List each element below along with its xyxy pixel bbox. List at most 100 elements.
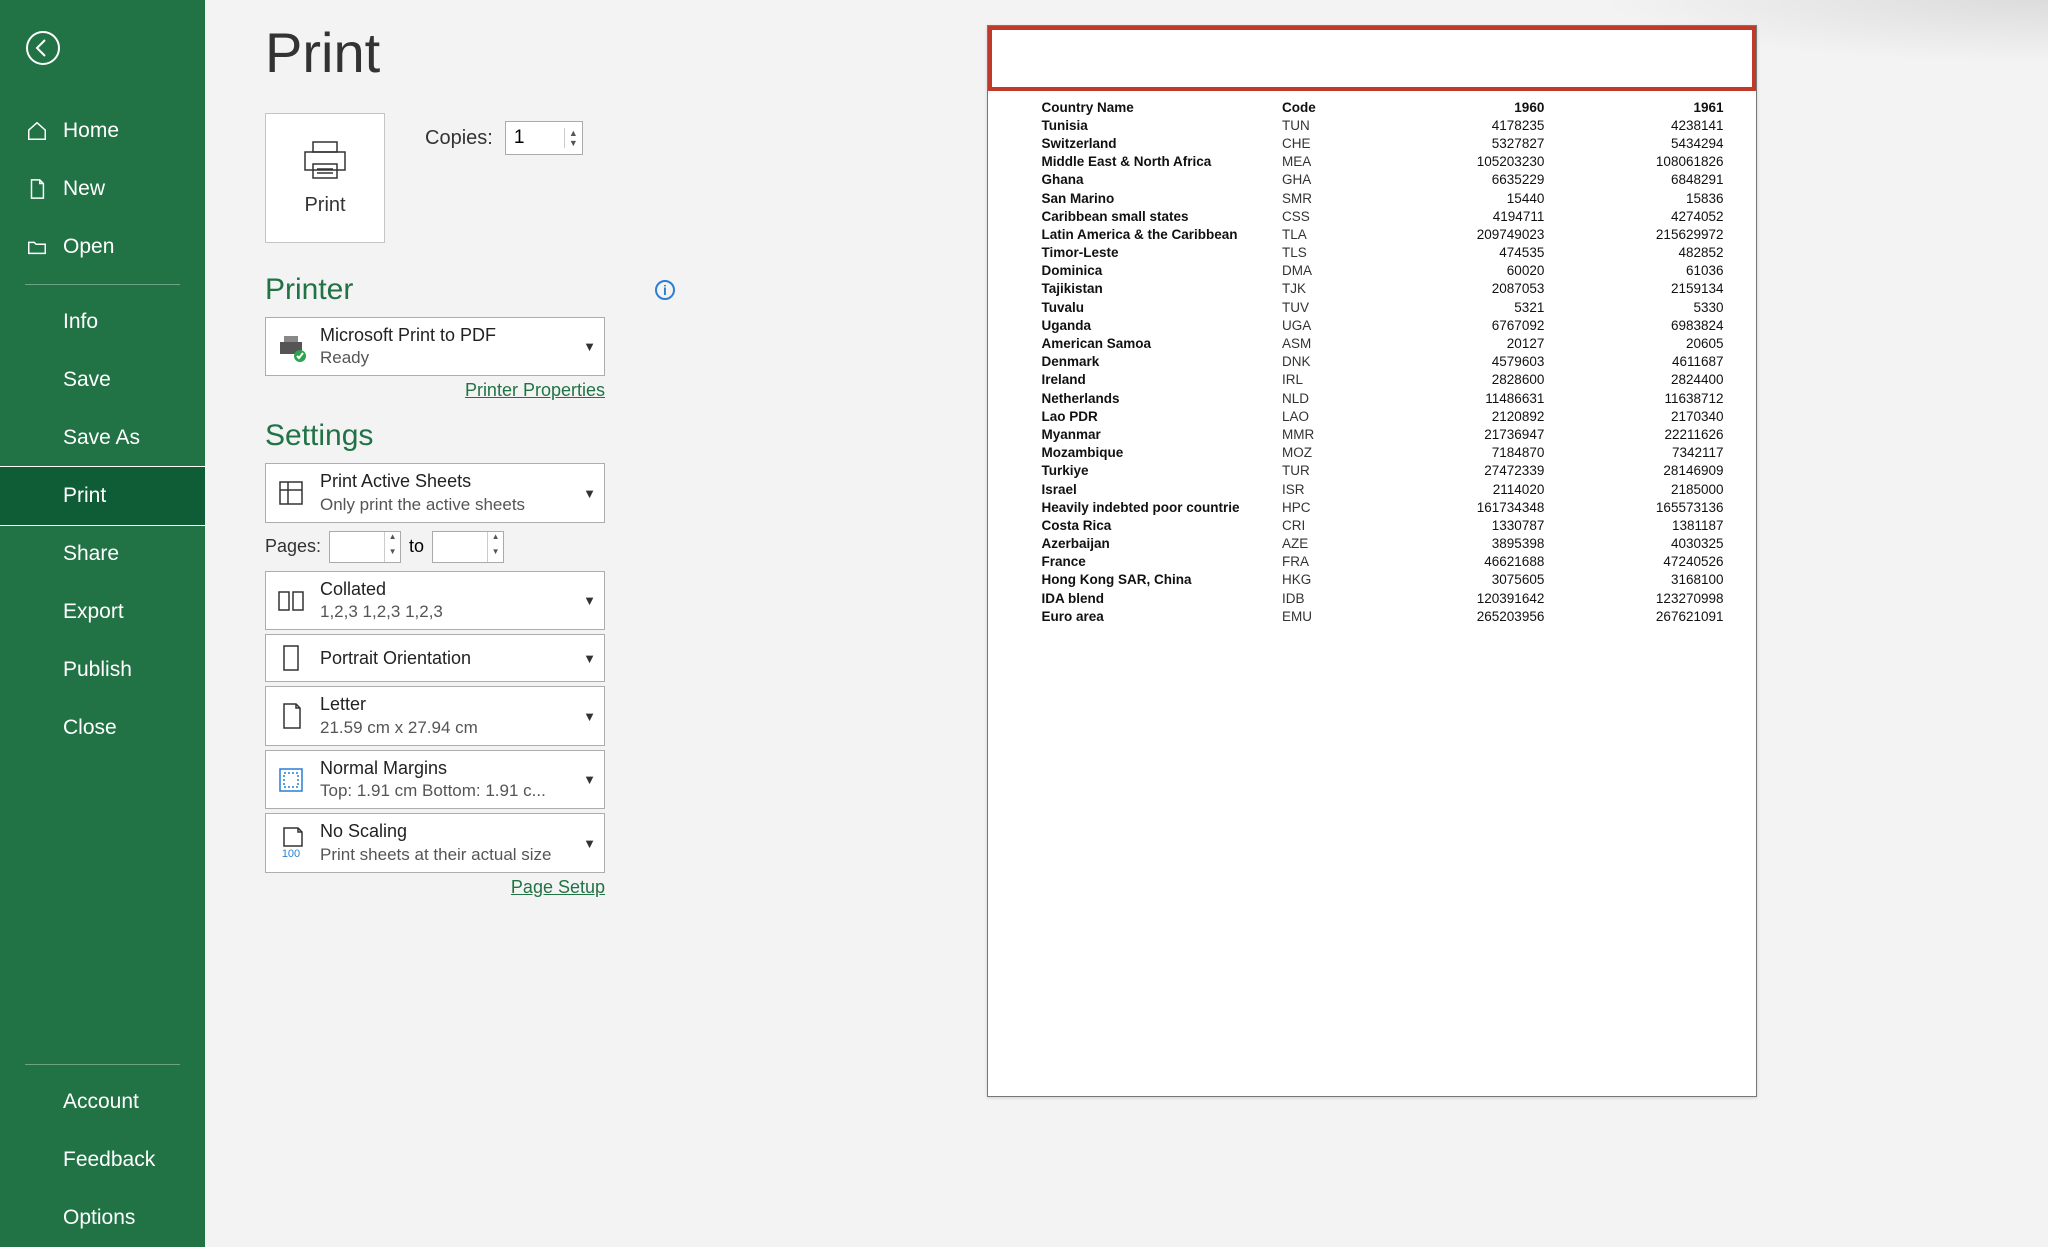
sidebar-item-print[interactable]: Print	[0, 467, 205, 525]
table-row: DenmarkDNK45796034611687	[1042, 353, 1724, 371]
chevron-down-icon: ▼	[583, 651, 596, 666]
sidebar-item-export[interactable]: Export	[0, 583, 205, 641]
sidebar-item-save-as[interactable]: Save As	[0, 409, 205, 467]
table-row: DominicaDMA6002061036	[1042, 262, 1724, 280]
table-row: TurkiyeTUR2747233928146909	[1042, 462, 1724, 480]
table-row: Heavily indebted poor countrieHPC1617343…	[1042, 498, 1724, 516]
chevron-down-icon: ▼	[583, 772, 596, 787]
printer-properties-link[interactable]: Printer Properties	[265, 380, 605, 401]
sidebar-item-save[interactable]: Save	[0, 351, 205, 409]
back-arrow-icon	[25, 30, 61, 66]
sidebar-item-options[interactable]: Options	[0, 1189, 205, 1247]
sidebar-item-label: Publish	[63, 658, 132, 682]
collated-icon	[274, 584, 308, 618]
printer-info-icon[interactable]: i	[655, 280, 675, 300]
pages-to-input[interactable]	[433, 532, 487, 562]
page-icon	[274, 699, 308, 733]
copies-decrement[interactable]: ▼	[565, 138, 582, 148]
sidebar-item-account[interactable]: Account	[0, 1073, 205, 1131]
sidebar-item-open[interactable]: Open	[0, 218, 205, 276]
pages-to-label: to	[409, 536, 424, 557]
copies-stepper[interactable]: ▲ ▼	[505, 121, 583, 155]
table-row: Timor-LesteTLS474535482852	[1042, 244, 1724, 262]
table-row: Euro areaEMU265203956267621091	[1042, 607, 1724, 625]
chevron-down-icon: ▼	[583, 593, 596, 608]
orientation-dropdown[interactable]: Portrait Orientation ▼	[265, 634, 605, 682]
pages-from-input[interactable]	[330, 532, 384, 562]
sidebar-item-label: Close	[63, 716, 117, 740]
table-row: SwitzerlandCHE53278275434294	[1042, 134, 1724, 152]
column-header: Country Name	[1042, 98, 1283, 116]
backstage-sidebar: Home New Open Info Save Save As Print Sh…	[0, 0, 205, 1247]
sidebar-item-label: Options	[63, 1206, 135, 1230]
margins-dropdown[interactable]: Normal Margins Top: 1.91 cm Bottom: 1.91…	[265, 750, 605, 809]
printer-dropdown[interactable]: Microsoft Print to PDF Ready ▼	[265, 317, 605, 376]
table-row: American SamoaASM2012720605	[1042, 334, 1724, 352]
print-area-dropdown[interactable]: Print Active Sheets Only print the activ…	[265, 463, 605, 522]
table-row: GhanaGHA66352296848291	[1042, 171, 1724, 189]
collation-title: Collated	[320, 578, 571, 601]
table-row: UgandaUGA67670926983824	[1042, 316, 1724, 334]
settings-heading: Settings	[265, 419, 373, 453]
sidebar-item-share[interactable]: Share	[0, 525, 205, 583]
copies-label: Copies:	[425, 127, 493, 150]
paper-size-dropdown[interactable]: Letter 21.59 cm x 27.94 cm ▼	[265, 686, 605, 745]
table-row: San MarinoSMR1544015836	[1042, 189, 1724, 207]
sidebar-item-label: Print	[63, 484, 106, 508]
table-row: FranceFRA4662168847240526	[1042, 553, 1724, 571]
sidebar-item-feedback[interactable]: Feedback	[0, 1131, 205, 1189]
printer-heading: Printer	[265, 273, 353, 307]
sidebar-item-label: New	[63, 177, 105, 201]
chevron-down-icon: ▼	[583, 486, 596, 501]
back-button[interactable]	[25, 30, 205, 72]
print-preview-area: Country Name Code 1960 1961 TunisiaTUN41…	[725, 0, 2048, 1247]
table-row: AzerbaijanAZE38953984030325	[1042, 535, 1724, 553]
pages-from-stepper[interactable]: ▲▼	[329, 531, 401, 563]
copies-increment[interactable]: ▲	[565, 128, 582, 138]
sidebar-item-label: Feedback	[63, 1148, 155, 1172]
table-row: Latin America & the CaribbeanTLA20974902…	[1042, 225, 1724, 243]
print-area-title: Print Active Sheets	[320, 470, 571, 493]
sidebar-item-close[interactable]: Close	[0, 699, 205, 757]
orientation-title: Portrait Orientation	[320, 647, 571, 670]
highlight-box	[988, 26, 1756, 91]
copies-input[interactable]	[506, 122, 564, 154]
portrait-icon	[274, 641, 308, 675]
column-header: 1961	[1544, 98, 1723, 116]
print-button[interactable]: Print	[265, 113, 385, 243]
page-setup-link[interactable]: Page Setup	[265, 877, 605, 898]
table-row: MyanmarMMR2173694722211626	[1042, 425, 1724, 443]
sheets-icon	[274, 476, 308, 510]
table-row: MozambiqueMOZ71848707342117	[1042, 444, 1724, 462]
table-row: IDA blendIDB120391642123270998	[1042, 589, 1724, 607]
sidebar-item-info[interactable]: Info	[0, 293, 205, 351]
chevron-down-icon: ▼	[583, 709, 596, 724]
table-row: Lao PDRLAO21208922170340	[1042, 407, 1724, 425]
paper-desc: 21.59 cm x 27.94 cm	[320, 717, 571, 739]
collation-dropdown[interactable]: Collated 1,2,3 1,2,3 1,2,3 ▼	[265, 571, 605, 630]
home-icon	[25, 120, 49, 142]
sidebar-item-label: Info	[63, 310, 98, 334]
sidebar-divider	[25, 284, 180, 285]
table-row: Hong Kong SAR, ChinaHKG30756053168100	[1042, 571, 1724, 589]
table-row: TunisiaTUN41782354238141	[1042, 116, 1724, 134]
sidebar-item-label: Save As	[63, 426, 140, 450]
table-row: IrelandIRL28286002824400	[1042, 371, 1724, 389]
table-row: Middle East & North AfricaMEA10520323010…	[1042, 153, 1724, 171]
sidebar-item-new[interactable]: New	[0, 160, 205, 218]
table-row: Costa RicaCRI13307871381187	[1042, 516, 1724, 534]
print-area-desc: Only print the active sheets	[320, 494, 571, 516]
sidebar-item-label: Account	[63, 1090, 139, 1114]
pages-to-stepper[interactable]: ▲▼	[432, 531, 504, 563]
scaling-title: No Scaling	[320, 820, 571, 843]
sidebar-item-publish[interactable]: Publish	[0, 641, 205, 699]
scaling-dropdown[interactable]: 100 No Scaling Print sheets at their act…	[265, 813, 605, 872]
scaling-icon: 100	[274, 826, 308, 860]
printer-device-icon	[274, 330, 308, 364]
preview-page: Country Name Code 1960 1961 TunisiaTUN41…	[987, 25, 1757, 1097]
sidebar-item-label: Home	[63, 119, 119, 143]
sidebar-item-home[interactable]: Home	[0, 102, 205, 160]
sidebar-item-label: Share	[63, 542, 119, 566]
margins-desc: Top: 1.91 cm Bottom: 1.91 c...	[320, 780, 571, 802]
margins-title: Normal Margins	[320, 757, 571, 780]
